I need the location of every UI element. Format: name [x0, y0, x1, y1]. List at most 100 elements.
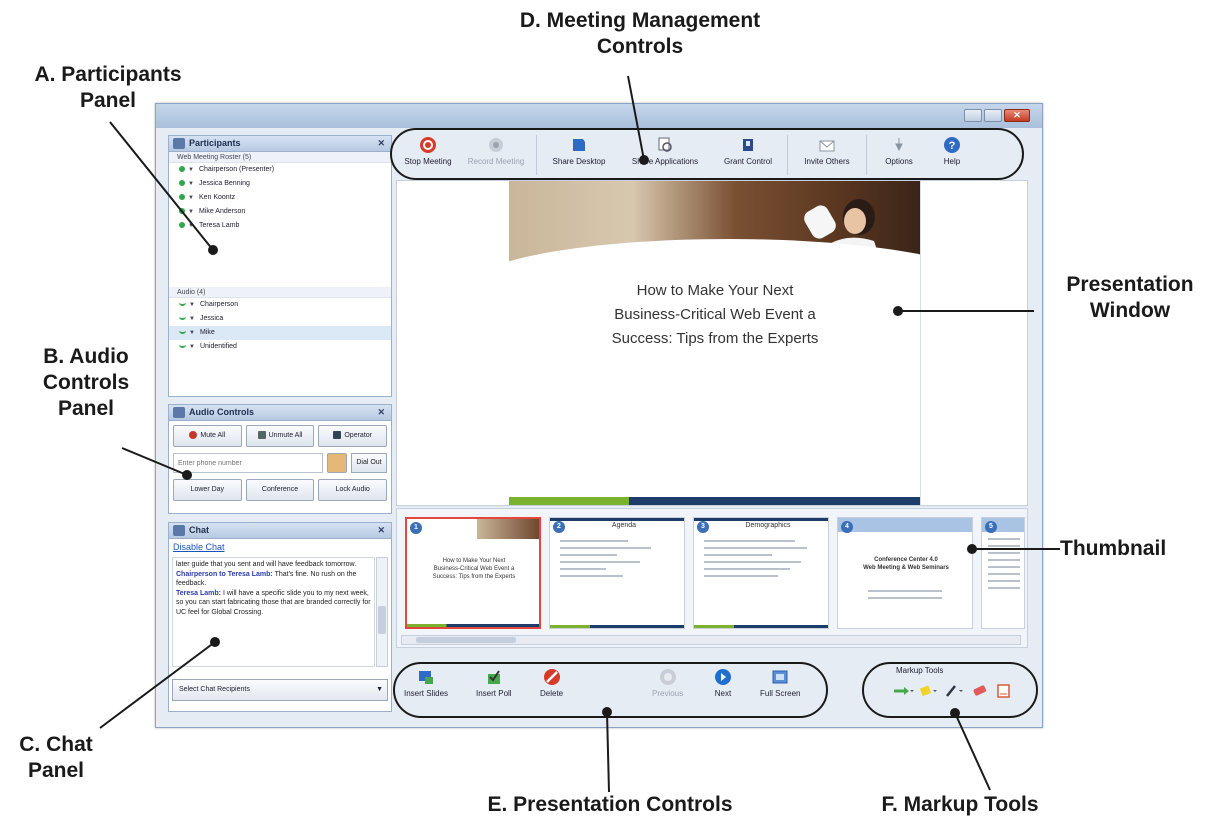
presentation-window: How to Make Your Next Business-Critical … — [396, 180, 1028, 506]
disable-chat-link[interactable]: Disable Chat — [169, 539, 391, 556]
audio-group-header[interactable]: Audio (4) — [169, 287, 391, 298]
participant-name: Chairperson (Presenter) — [198, 166, 275, 173]
thumb-bullets — [868, 590, 942, 604]
slide-thumbnail[interactable]: 5 — [981, 517, 1025, 629]
chat-message: Chairperson to Teresa Lamb: That's fine.… — [176, 570, 371, 589]
thumb-header-line — [550, 518, 684, 521]
phone-book-icon[interactable] — [327, 453, 347, 473]
chevron-down-icon: ▼ — [188, 223, 194, 229]
chevron-down-icon: ▼ — [189, 330, 195, 336]
chevron-down-icon: ▼ — [189, 344, 195, 350]
slide-title: How to Make Your Next Business-Critical … — [611, 282, 819, 347]
close-icon[interactable]: ✕ — [377, 523, 385, 538]
chevron-down-icon: ▼ — [189, 302, 195, 308]
unmute-all-button[interactable]: Unmute All — [245, 425, 315, 447]
window-title-bar: ✕ — [156, 104, 1042, 128]
participant-row[interactable]: ▼ Teresa Lamb — [169, 219, 391, 233]
chat-message: later guide that you sent and will have … — [176, 560, 371, 570]
meeting-app-window: ✕ Participants ✕ Web Meeting Roster (5) … — [155, 103, 1043, 728]
status-dot-icon — [179, 208, 185, 215]
current-slide: How to Make Your Next Business-Critical … — [509, 181, 921, 505]
chat-text: later guide that you sent and will have … — [176, 561, 357, 568]
chevron-down-icon: ▼ — [188, 195, 194, 201]
chevron-down-icon: ▼ — [188, 209, 194, 215]
chat-sender: Teresa Lamb: — [176, 589, 221, 597]
phone-icon — [179, 344, 186, 349]
close-icon[interactable]: ✕ — [377, 136, 385, 151]
maximize-button[interactable] — [984, 109, 1002, 122]
thumb-number: 4 — [841, 521, 853, 533]
mute-icon — [189, 431, 198, 440]
thumb-footer — [694, 625, 828, 628]
phone-icon — [179, 316, 186, 321]
operator-label: Operator — [344, 432, 372, 439]
chat-panel: Chat ✕ Disable Chat later guide that you… — [168, 522, 392, 712]
mute-all-label: Mute All — [200, 432, 226, 439]
minimize-button[interactable] — [964, 109, 982, 122]
dial-number-input[interactable] — [173, 453, 323, 473]
chat-scrollbar[interactable] — [376, 557, 388, 667]
audio-participant-row[interactable]: ▼ Chairperson — [169, 298, 391, 312]
callout-audio-controls-panel: B. Audio Controls Panel — [42, 345, 130, 420]
scroll-thumb[interactable] — [416, 637, 516, 643]
audio-participant-row[interactable]: ▼ Mike — [169, 326, 391, 340]
scroll-thumb[interactable] — [378, 606, 386, 634]
participants-panel: Participants ✕ Web Meeting Roster (5) ▼ C… — [168, 135, 392, 397]
callout-thumbnail: Thumbnail — [1060, 537, 1167, 560]
dial-out-button[interactable]: Dial Out — [351, 453, 387, 473]
participant-row[interactable]: ▼ Mike Anderson — [169, 205, 391, 219]
thumbnail-scrollbar[interactable] — [401, 635, 1021, 645]
thumb-footer — [550, 625, 684, 628]
thumb-number: 2 — [553, 521, 565, 533]
audio-participant-row[interactable]: ▼ Jessica — [169, 312, 391, 326]
audio-participant-name: Jessica — [199, 315, 224, 322]
audio-participant-row[interactable]: ▼ Unidentified — [169, 340, 391, 354]
callout-chat-panel: C. Chat Panel — [19, 733, 93, 782]
participant-row[interactable]: ▼ Jessica Benning — [169, 177, 391, 191]
chat-recipient-select[interactable]: Select Chat Recipients ▼ — [172, 679, 388, 701]
thumb-bullets — [988, 538, 1020, 594]
roster-group-header[interactable]: Web Meeting Roster (5) — [169, 152, 391, 163]
participant-name: Jessica Benning — [198, 180, 250, 187]
audio-controls-panel: Audio Controls ✕ Mute All Unmute All Ope… — [168, 404, 392, 514]
thumb-footer — [407, 624, 539, 627]
slide-footer-green — [509, 497, 629, 505]
slide-thumbnail[interactable]: 1 How to Make Your Next Business-Critica… — [405, 517, 541, 629]
chevron-down-icon: ▼ — [189, 316, 195, 322]
thumb-number: 5 — [985, 521, 997, 533]
conference-button[interactable]: Conference — [245, 479, 315, 501]
markup-tools-outline — [862, 662, 1038, 718]
close-window-button[interactable]: ✕ — [1004, 109, 1030, 122]
operator-icon — [333, 431, 342, 440]
slide-thumbnail[interactable]: 4 Conference Center 4.0 Web Meeting & We… — [837, 517, 973, 629]
thumb-title: Agenda — [611, 522, 637, 529]
participants-spacer — [169, 233, 391, 287]
thumb-title: Demographics — [745, 522, 791, 529]
operator-button[interactable]: Operator — [318, 425, 388, 447]
chat-panel-header: Chat ✕ — [169, 523, 391, 539]
thumb-bullets — [704, 540, 818, 582]
phone-icon — [179, 330, 186, 335]
slide-thumbnail[interactable]: 3 Demographics — [693, 517, 829, 629]
slide-thumbnail[interactable]: 2 Agenda — [549, 517, 685, 629]
chevron-down-icon: ▼ — [376, 686, 383, 693]
status-dot-icon — [179, 180, 185, 187]
thumbnail-strip: 1 How to Make Your Next Business-Critica… — [396, 508, 1028, 648]
participants-title: Participants — [189, 138, 241, 148]
phone-icon — [179, 302, 186, 307]
chevron-down-icon: ▼ — [188, 181, 194, 187]
close-icon[interactable]: ✕ — [377, 405, 385, 420]
presentation-controls-outline — [393, 662, 828, 718]
thumb-number: 3 — [697, 521, 709, 533]
audio-participant-name: Chairperson — [199, 301, 239, 308]
chat-log: later guide that you sent and will have … — [172, 557, 375, 667]
participant-row[interactable]: ▼ Ken Koontz — [169, 191, 391, 205]
thumb-header-band — [838, 518, 972, 532]
lower-day-button[interactable]: Lower Day — [173, 479, 242, 501]
participant-row[interactable]: ▼ Chairperson (Presenter) — [169, 163, 391, 177]
status-dot-icon — [179, 222, 185, 229]
audio-icon — [173, 407, 185, 418]
callout-presentation-window: Presentation Window — [1066, 273, 1194, 322]
mute-all-button[interactable]: Mute All — [173, 425, 242, 447]
lock-audio-button[interactable]: Lock Audio — [318, 479, 388, 501]
